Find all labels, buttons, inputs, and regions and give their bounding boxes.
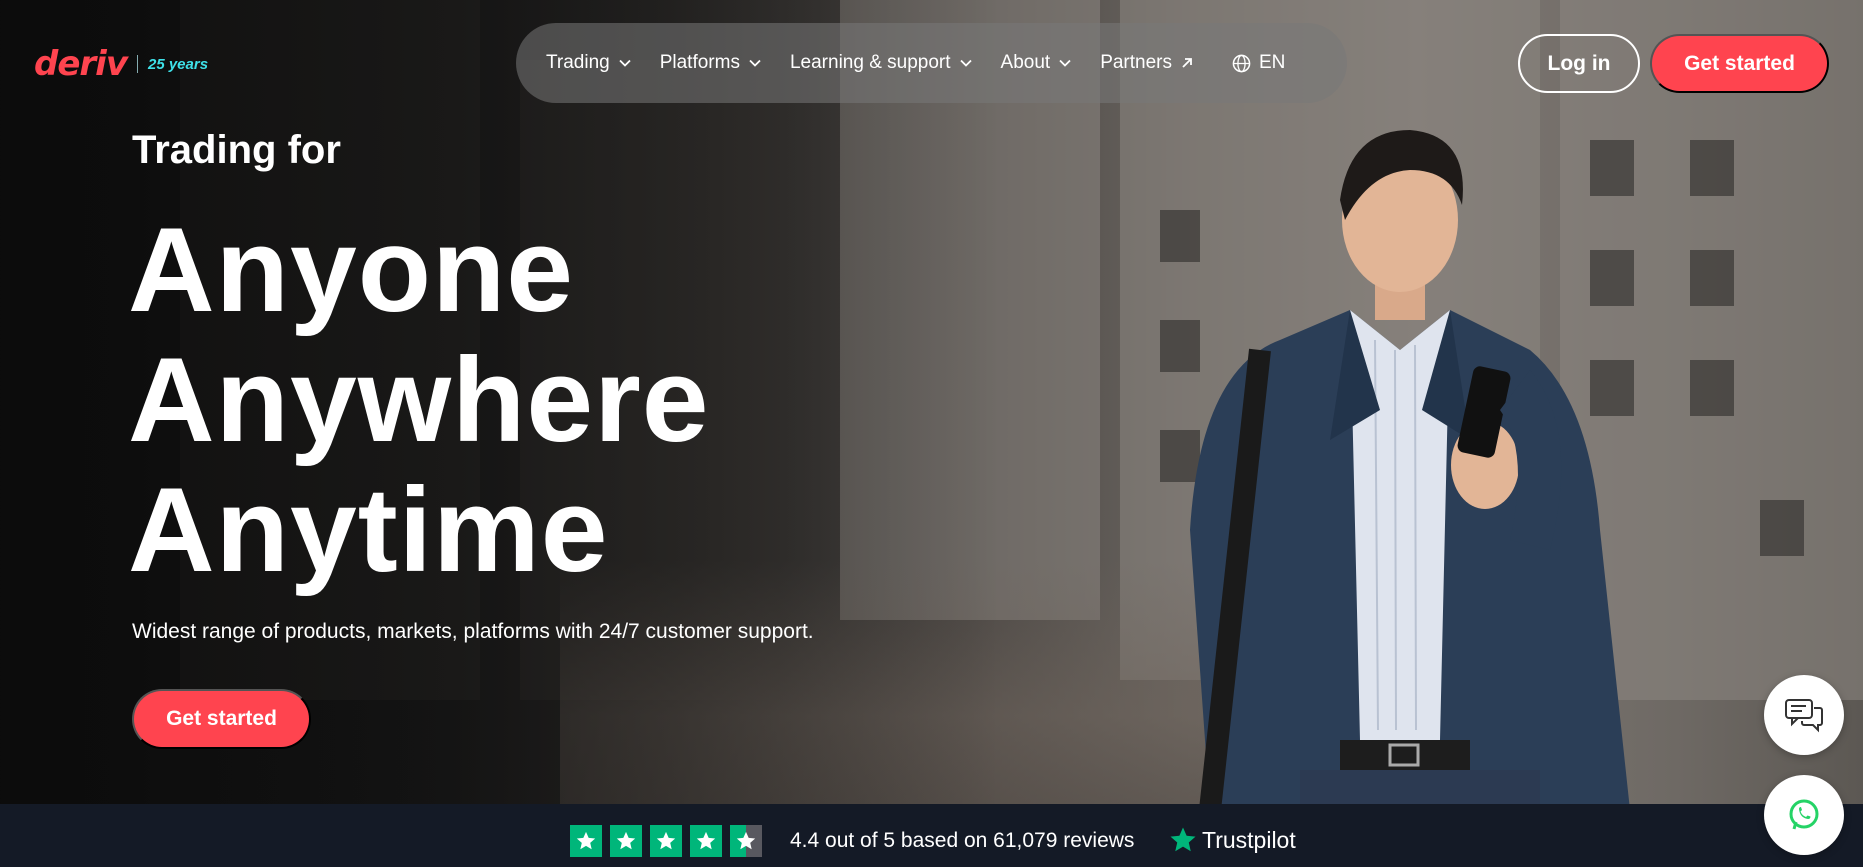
deriv-logo[interactable]: deriv 25 years	[34, 44, 208, 84]
headline-line: Anytime	[128, 463, 609, 597]
headline-line: Anywhere	[128, 333, 710, 467]
trustpilot-rating-text: 4.4 out of 5 based on 61,079 reviews	[790, 829, 1135, 852]
hero-subtext: Widest range of products, markets, platf…	[132, 620, 814, 643]
building-window	[1690, 250, 1734, 306]
logo-wordmark: deriv	[34, 44, 128, 84]
hero-get-started-button[interactable]: Get started	[132, 689, 311, 749]
header-get-started-button[interactable]: Get started	[1650, 34, 1829, 93]
hero-headline: Anyone Anywhere Anytime	[128, 205, 710, 595]
nav-item-trading[interactable]: Trading	[546, 52, 632, 74]
star-icon	[570, 825, 602, 857]
building-window	[1690, 360, 1734, 416]
hero-eyebrow: Trading for	[132, 128, 341, 172]
language-selector[interactable]: EN	[1232, 52, 1285, 74]
chevron-down-icon	[959, 59, 972, 67]
nav-item-label: Trading	[546, 52, 610, 73]
nav-item-learning-support[interactable]: Learning & support	[790, 52, 973, 74]
nav-item-partners[interactable]: Partners	[1100, 52, 1194, 74]
star-icon	[650, 825, 682, 857]
chevron-down-icon	[749, 59, 761, 67]
hero-person-image	[1190, 130, 1630, 804]
login-button[interactable]: Log in	[1518, 34, 1640, 93]
language-label: EN	[1259, 52, 1286, 73]
star-icon	[690, 825, 722, 857]
headline-line: Anyone	[128, 203, 575, 337]
trustpilot-stars	[570, 825, 762, 857]
chevron-down-icon	[1059, 59, 1071, 67]
whatsapp-icon	[1789, 799, 1819, 830]
building-window	[1760, 500, 1804, 556]
anniversary-badge: 25 years	[147, 55, 209, 73]
globe-icon	[1232, 54, 1251, 72]
nav-item-label: About	[1000, 52, 1051, 73]
chevron-down-icon	[619, 59, 631, 67]
nav-item-label: Learning & support	[789, 52, 951, 73]
trustpilot-logo[interactable]: Trustpilot	[1168, 825, 1296, 855]
nav-item-label: Platforms	[659, 52, 740, 73]
nav-item-label: Partners	[1100, 52, 1172, 73]
trustpilot-star-icon	[1170, 827, 1196, 852]
building-window	[1690, 140, 1734, 196]
arrow-up-right-icon	[1182, 58, 1192, 68]
whatsapp-button[interactable]	[1764, 775, 1844, 855]
main-navigation: Trading Platforms Learning & support Abo…	[516, 23, 1347, 103]
logo-divider	[136, 55, 138, 73]
chat-bubbles-icon	[1785, 699, 1823, 733]
live-chat-button[interactable]	[1764, 675, 1844, 755]
nav-item-about[interactable]: About	[1001, 52, 1073, 74]
star-icon	[610, 825, 642, 857]
half-star-icon	[730, 825, 762, 857]
trustpilot-brand-label: Trustpilot	[1202, 826, 1296, 853]
nav-item-platforms[interactable]: Platforms	[660, 52, 762, 74]
